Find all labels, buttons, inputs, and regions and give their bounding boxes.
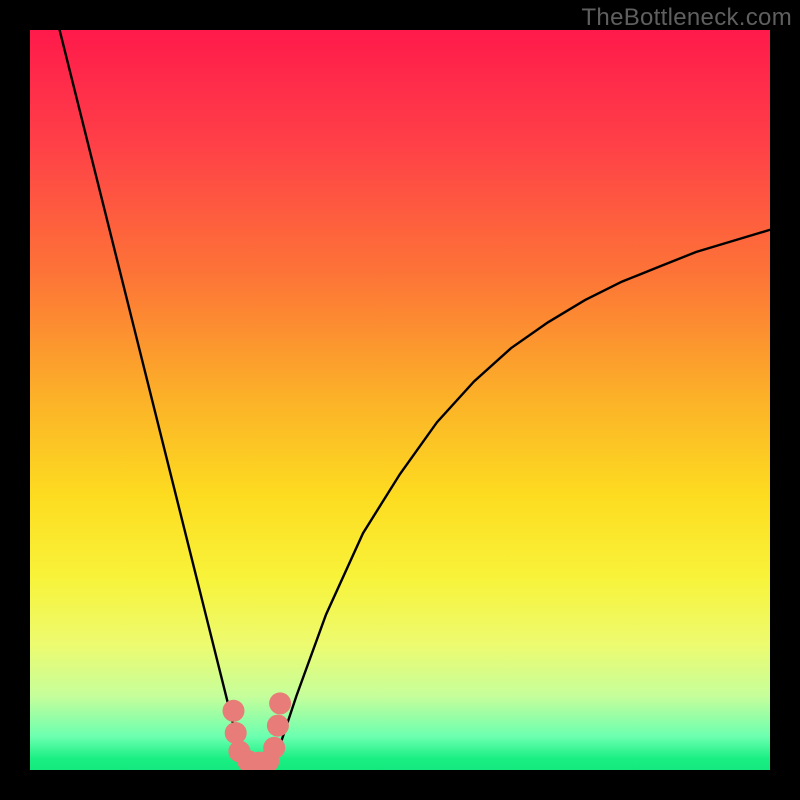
watermark-text: TheBottleneck.com	[581, 4, 792, 32]
range-marker	[269, 692, 291, 714]
range-marker	[263, 737, 285, 759]
chart-svg	[30, 30, 770, 770]
range-marker	[225, 722, 247, 744]
range-marker	[267, 715, 289, 737]
chart-frame: TheBottleneck.com	[0, 0, 800, 800]
gradient-background	[30, 30, 770, 770]
plot-area	[30, 30, 770, 770]
range-marker	[223, 700, 245, 722]
